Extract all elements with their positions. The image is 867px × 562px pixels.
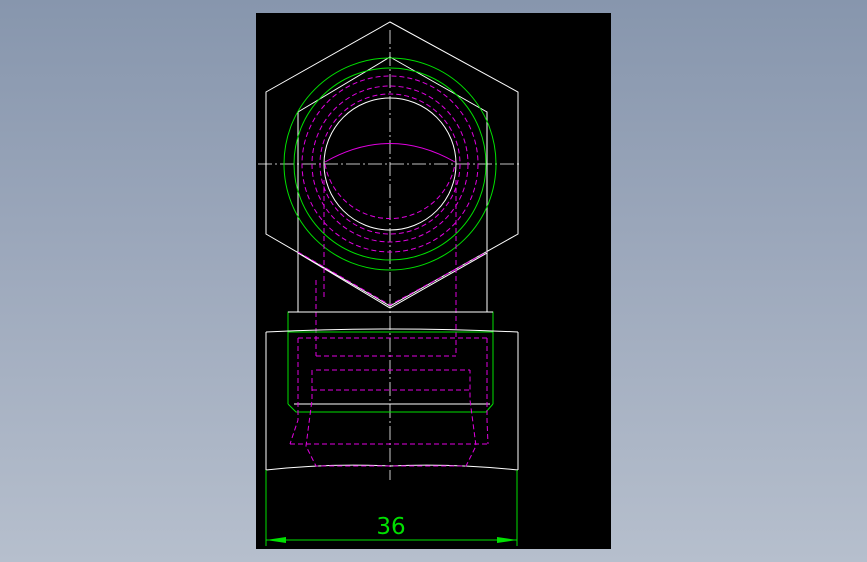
dimension-label: 36 [376,514,405,540]
body [265,328,519,471]
body-bottom [265,464,519,471]
width-dimension: 36 [265,470,518,546]
arrowhead-right [497,537,517,543]
top-view [265,21,519,356]
hidden-lower-cavity [305,370,477,467]
hidden-body-outline-r [486,338,489,445]
cad-drawing: 36 [258,21,522,546]
arrowhead-left [266,537,286,543]
cad-viewport[interactable]: 36 [256,13,611,549]
thread-bottom [287,403,494,413]
hidden-body-outline [289,338,299,445]
